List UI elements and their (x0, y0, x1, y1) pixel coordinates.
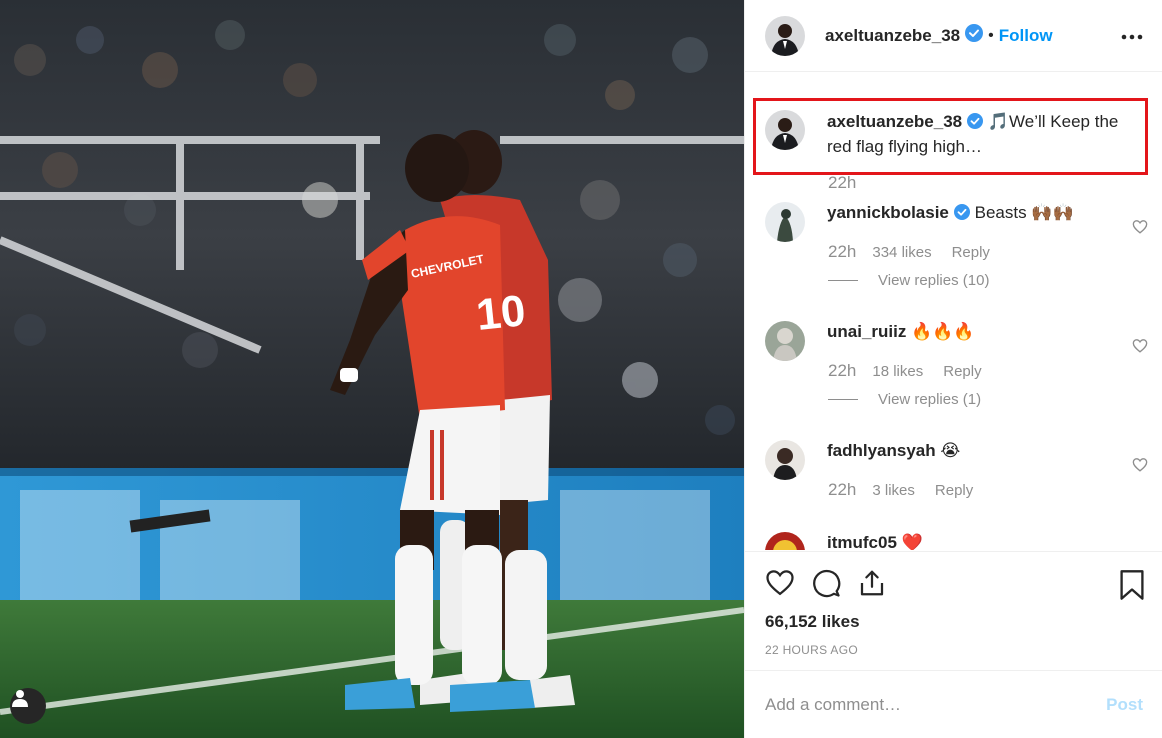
post-photo[interactable]: 10 CHEVROLET (0, 0, 744, 738)
comment-item: itmufc05 ❤️ (765, 532, 1145, 550)
comment-like-heart-icon[interactable] (1132, 219, 1148, 239)
separator-dot: • (988, 26, 994, 44)
replies-divider (828, 280, 858, 281)
jersey-number: 10 (474, 286, 528, 340)
comments-list[interactable]: axeltuanzebe_38 🎵We’ll Keep the red flag… (745, 80, 1162, 550)
reply-button[interactable]: Reply (943, 363, 981, 380)
caption-username[interactable]: axeltuanzebe_38 (827, 112, 962, 131)
caption-timestamp: 22h (828, 173, 857, 192)
commenter-avatar[interactable] (765, 321, 805, 361)
comment-item: yannickbolasie Beasts 🙌🏾🙌🏾 22h 334 likes… (765, 202, 1148, 289)
caption-author-avatar[interactable] (765, 110, 805, 150)
comment-text: ❤️ (901, 533, 923, 550)
comment-item: unai_ruiiz 🔥🔥🔥 22h 18 likes Reply View r… (765, 321, 1148, 408)
view-replies-button[interactable]: View replies (10) (828, 272, 989, 289)
instagram-post-modal: 10 CHEVROLET axeltuanzebe_38 • Follow ax… (0, 0, 1162, 738)
post-caption: axeltuanzebe_38 🎵We’ll Keep the red flag… (765, 110, 1145, 158)
post-actions: 66,152 likes 22 HOURS AGO (745, 551, 1162, 669)
commenter-avatar[interactable] (765, 202, 805, 242)
comment-text: Beasts 🙌🏾🙌🏾 (974, 203, 1074, 222)
author-username[interactable]: axeltuanzebe_38 (825, 26, 960, 46)
football-scene-image: 10 CHEVROLET (0, 0, 744, 738)
user-icon (12, 690, 28, 707)
commenter-avatar[interactable] (765, 532, 805, 550)
comment-like-heart-icon[interactable] (1132, 549, 1148, 550)
post-comment-button[interactable]: Post (1106, 695, 1143, 715)
comment-like-heart-icon[interactable] (1132, 457, 1148, 477)
bookmark-icon[interactable] (1119, 569, 1145, 606)
tagged-users-button[interactable] (10, 688, 46, 724)
caption-text-block: axeltuanzebe_38 🎵We’ll Keep the red flag… (827, 110, 1132, 158)
reply-button[interactable]: Reply (952, 244, 990, 261)
author-avatar[interactable] (765, 15, 805, 56)
post-timestamp: 22 HOURS AGO (765, 643, 858, 657)
add-comment-bar: Post (745, 670, 1162, 738)
comment-time: 22h (828, 480, 857, 499)
share-icon[interactable] (857, 568, 887, 603)
comment-text: 🔥🔥🔥 (911, 322, 975, 341)
comment-text: 😭 (940, 441, 961, 460)
comment-bubble-icon[interactable] (811, 568, 841, 603)
comment-body: fadhlyansyah 😭 (827, 440, 960, 480)
replies-divider (828, 399, 858, 400)
comment-item: fadhlyansyah 😭 22h 3 likes Reply (765, 440, 1148, 499)
post-header: axeltuanzebe_38 • Follow (745, 0, 1162, 72)
follow-button[interactable]: Follow (999, 26, 1053, 46)
commenter-username[interactable]: fadhlyansyah (827, 441, 936, 460)
commenter-avatar[interactable] (765, 440, 805, 480)
comment-body: yannickbolasie Beasts 🙌🏾🙌🏾 (827, 202, 1074, 242)
comment-meta: 22h 334 likes Reply (828, 242, 990, 262)
comment-input[interactable] (765, 694, 1107, 715)
view-replies-button[interactable]: View replies (1) (828, 391, 981, 408)
commenter-username[interactable]: yannickbolasie (827, 203, 949, 222)
comment-time: 22h (828, 361, 857, 380)
comment-body: unai_ruiiz 🔥🔥🔥 (827, 321, 975, 361)
verified-badge-icon (967, 112, 984, 135)
view-replies-label: View replies (10) (878, 272, 990, 289)
comment-body: itmufc05 ❤️ (827, 532, 923, 550)
comment-like-heart-icon[interactable] (1132, 338, 1148, 358)
likes-count[interactable]: 66,152 likes (765, 612, 860, 632)
verified-badge-icon (953, 204, 970, 226)
verified-badge-icon (965, 24, 984, 47)
commenter-username[interactable]: itmufc05 (827, 533, 897, 550)
commenter-username[interactable]: unai_ruiiz (827, 322, 906, 341)
comment-likes[interactable]: 18 likes (872, 363, 923, 380)
action-icons (765, 568, 887, 603)
view-replies-label: View replies (1) (878, 391, 982, 408)
comment-likes[interactable]: 334 likes (872, 244, 931, 261)
more-options-icon[interactable] (1121, 27, 1143, 45)
like-heart-icon[interactable] (765, 568, 795, 603)
comment-meta: 22h 18 likes Reply (828, 361, 982, 381)
post-side-panel: axeltuanzebe_38 • Follow axeltuanzebe_38… (744, 0, 1162, 738)
comment-time: 22h (828, 242, 857, 261)
comment-meta: 22h 3 likes Reply (828, 480, 973, 500)
comment-likes[interactable]: 3 likes (872, 482, 915, 499)
reply-button[interactable]: Reply (935, 482, 973, 499)
